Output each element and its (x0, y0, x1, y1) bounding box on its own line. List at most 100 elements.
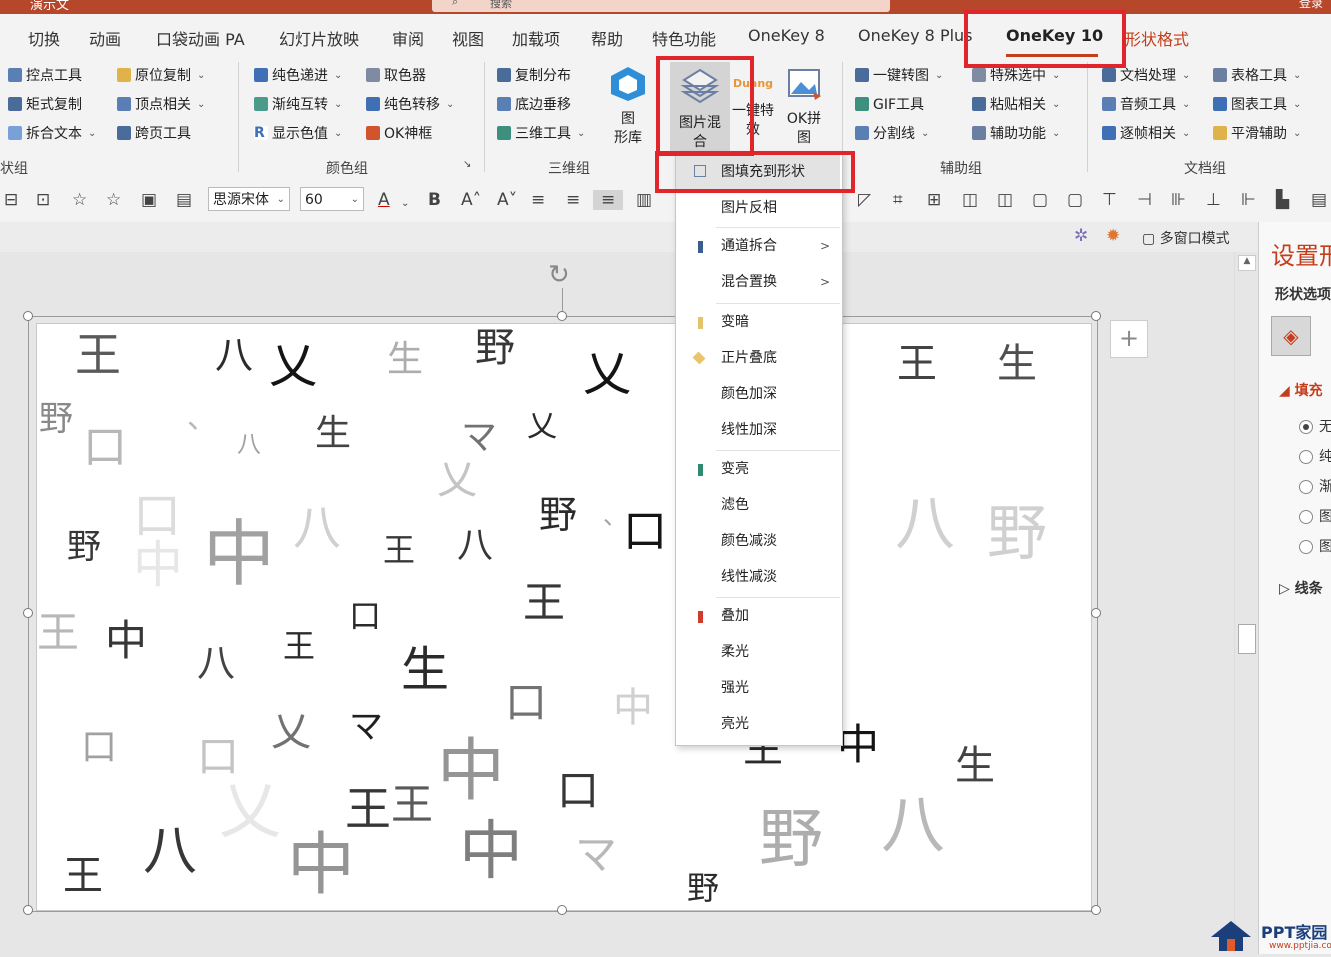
align-middle-icon[interactable]: ⊣ (1137, 190, 1152, 210)
fill-option-solid[interactable]: 纯 (1299, 446, 1331, 466)
frame-by-frame-button[interactable]: 逐帧相关 ⌄ (1102, 123, 1190, 143)
grid-icon[interactable]: ⊞ (927, 190, 941, 210)
star-icon[interactable]: ☆ (72, 190, 87, 210)
document-process-button[interactable]: 文档处理 ⌄ (1102, 65, 1190, 85)
tab-review[interactable]: 审阅 (392, 26, 424, 50)
matrix-copy-button[interactable]: 矩式复制 (8, 94, 82, 114)
audio-tool-button[interactable]: 音频工具 ⌄ (1102, 94, 1190, 114)
tab-onekey-10[interactable]: OneKey 10 (1006, 26, 1103, 45)
rotate-handle-icon[interactable]: ↻ (548, 260, 570, 290)
line-section-header[interactable]: ▷ 线条 (1279, 578, 1323, 598)
font-size-select[interactable]: 60 ⌄ (300, 187, 364, 211)
menu-item-hard-light[interactable]: 强光 (676, 671, 840, 705)
shape-gallery-button[interactable]: 图 形库 (606, 66, 650, 148)
tab-animations[interactable]: 动画 (89, 26, 121, 50)
magic-wand-icon[interactable]: ✲ (1074, 226, 1088, 246)
bottom-vertical-move-button[interactable]: 底边垂移 (497, 94, 571, 114)
split-text-button[interactable]: 拆合文本 ⌄ (8, 123, 96, 143)
tab-addins[interactable]: 加载项 (512, 26, 560, 50)
menu-item-linear-dodge[interactable]: 线性减淡 (676, 560, 840, 594)
solid-gradient-button[interactable]: 纯色递进 ⌄ (254, 65, 342, 85)
ungroup-icon[interactable]: ▢ (1067, 190, 1083, 210)
multi-window-mode-button[interactable]: ▢ 多窗口模式 (1142, 228, 1230, 248)
image-blend-button[interactable]: 图片混 合 (670, 62, 730, 154)
tab-slideshow[interactable]: 幻灯片放映 (279, 26, 359, 50)
scroll-up-icon[interactable]: ▲ (1238, 255, 1256, 271)
tab-help[interactable]: 帮助 (591, 26, 623, 50)
3d-tool-button[interactable]: 三维工具 ⌄ (497, 123, 585, 143)
paste-related-button[interactable]: 粘贴相关 ⌄ (972, 94, 1060, 114)
fill-option-pattern[interactable]: 图 (1299, 536, 1331, 556)
ok-puzzle-button[interactable]: OK拼 图 (780, 66, 828, 148)
vertex-related-button[interactable]: 顶点相关 ⌄ (117, 94, 205, 114)
resize-handle-b[interactable] (557, 905, 567, 915)
show-color-value-button[interactable]: R 显示色值 ⌄ (254, 123, 342, 143)
menu-item-vivid-light[interactable]: 亮光 (676, 707, 840, 741)
columns-icon[interactable]: ▥ (636, 190, 652, 210)
gif-tool-button[interactable]: GIF工具 (855, 94, 924, 114)
layer-up-icon[interactable]: ◫ (962, 190, 978, 210)
distribute-v-icon[interactable]: ⊩ (1241, 190, 1256, 210)
align-shape-icon[interactable]: ⊟ (4, 190, 18, 210)
resize-handle-br[interactable] (1091, 905, 1101, 915)
smooth-assist-button[interactable]: 平滑辅助 ⌄ (1213, 123, 1301, 143)
tab-featured[interactable]: 特色功能 (652, 26, 716, 50)
bold-icon[interactable]: B (428, 190, 441, 210)
chart-tool-button[interactable]: 图表工具 ⌄ (1213, 94, 1301, 114)
menu-item-soft-light[interactable]: 柔光 (676, 635, 840, 669)
sign-in-link[interactable]: 登录 (1299, 0, 1323, 11)
shape-tool-icon[interactable]: ◸ (858, 190, 871, 210)
fill-option-picture[interactable]: 图 (1299, 506, 1331, 526)
vertical-scrollbar[interactable]: ▲ (1234, 252, 1259, 954)
slide-canvas[interactable]: 王八乂生野乂野口、八生マ乂乂口、中八王野中八野口王口中王八王生口乂中口マ中口乂王… (36, 323, 1092, 911)
menu-item-invert[interactable]: 图片反相 (676, 191, 840, 225)
edit-shape-icon[interactable]: ⊡ (36, 190, 50, 210)
menu-item-lighten[interactable]: 变亮 (676, 452, 840, 486)
tab-view[interactable]: 视图 (452, 26, 484, 50)
more-icon[interactable]: ▤ (1311, 190, 1327, 210)
cross-page-tool-button[interactable]: 跨页工具 (117, 123, 191, 143)
font-color-icon[interactable]: A (378, 190, 390, 210)
gradient-solid-swap-button[interactable]: 渐纯互转 ⌄ (254, 94, 342, 114)
solid-color-transfer-button[interactable]: 纯色转移 ⌄ (366, 94, 454, 114)
resize-handle-l[interactable] (23, 608, 33, 618)
group-icon[interactable]: ▢ (1032, 190, 1048, 210)
paint-bucket-icon[interactable]: ◈ (1271, 316, 1311, 356)
resize-handle-tl[interactable] (23, 311, 33, 321)
assist-function-button[interactable]: 辅助功能 ⌄ (972, 123, 1060, 143)
menu-item-color-dodge[interactable]: 颜色减淡 (676, 524, 840, 558)
resize-handle-t[interactable] (557, 311, 567, 321)
font-family-select[interactable]: 思源宋体 ⌄ (208, 187, 290, 211)
text-frame-icon[interactable]: ▤ (176, 190, 192, 210)
align-bottom-icon[interactable]: ⊥ (1206, 190, 1221, 210)
align-top-icon[interactable]: ⊤ (1102, 190, 1117, 210)
resize-handle-bl[interactable] (23, 905, 33, 915)
dialog-launcher-icon[interactable]: ↘ (463, 159, 471, 170)
table-tool-button[interactable]: 表格工具 ⌄ (1213, 65, 1301, 85)
tab-pocket-animation[interactable]: 口袋动画 PA (156, 26, 245, 50)
layer-down-icon[interactable]: ◫ (997, 190, 1013, 210)
crop-icon[interactable]: ⌗ (893, 190, 903, 210)
tab-transitions[interactable]: 切换 (28, 26, 60, 50)
fill-section-header[interactable]: ◢ 填充 (1279, 380, 1323, 400)
pane-subtitle[interactable]: 形状选项 (1275, 284, 1331, 304)
decrease-font-icon[interactable]: A˅ (497, 190, 517, 210)
align-center-icon[interactable]: ≡ (566, 190, 580, 210)
in-place-copy-button[interactable]: 原位复制 ⌄ (117, 65, 205, 85)
menu-item-screen[interactable]: 滤色 (676, 488, 840, 522)
divider-line-button[interactable]: 分割线 ⌄ (855, 123, 929, 143)
one-click-effect-button[interactable]: Duang 一键特 效 (731, 66, 775, 140)
copy-distribute-button[interactable]: 复制分布 (497, 65, 571, 85)
tab-onekey-8[interactable]: OneKey 8 (748, 26, 825, 45)
fill-option-none[interactable]: 无 (1299, 416, 1331, 436)
increase-font-icon[interactable]: A˄ (461, 190, 481, 210)
control-point-tool-button[interactable]: 控点工具 (8, 65, 82, 85)
add-slide-button[interactable]: + (1110, 320, 1148, 358)
gear-icon[interactable]: ✹ (1106, 226, 1120, 246)
search-box[interactable]: ⌕ 搜索 (432, 0, 890, 12)
color-picker-button[interactable]: 取色器 (366, 65, 426, 85)
menu-item-linear-burn[interactable]: 线性加深 (676, 413, 840, 447)
menu-item-color-burn[interactable]: 颜色加深 (676, 377, 840, 411)
tab-onekey-8-plus[interactable]: OneKey 8 Plus (858, 26, 973, 45)
align-left-icon[interactable]: ≡ (531, 190, 545, 210)
